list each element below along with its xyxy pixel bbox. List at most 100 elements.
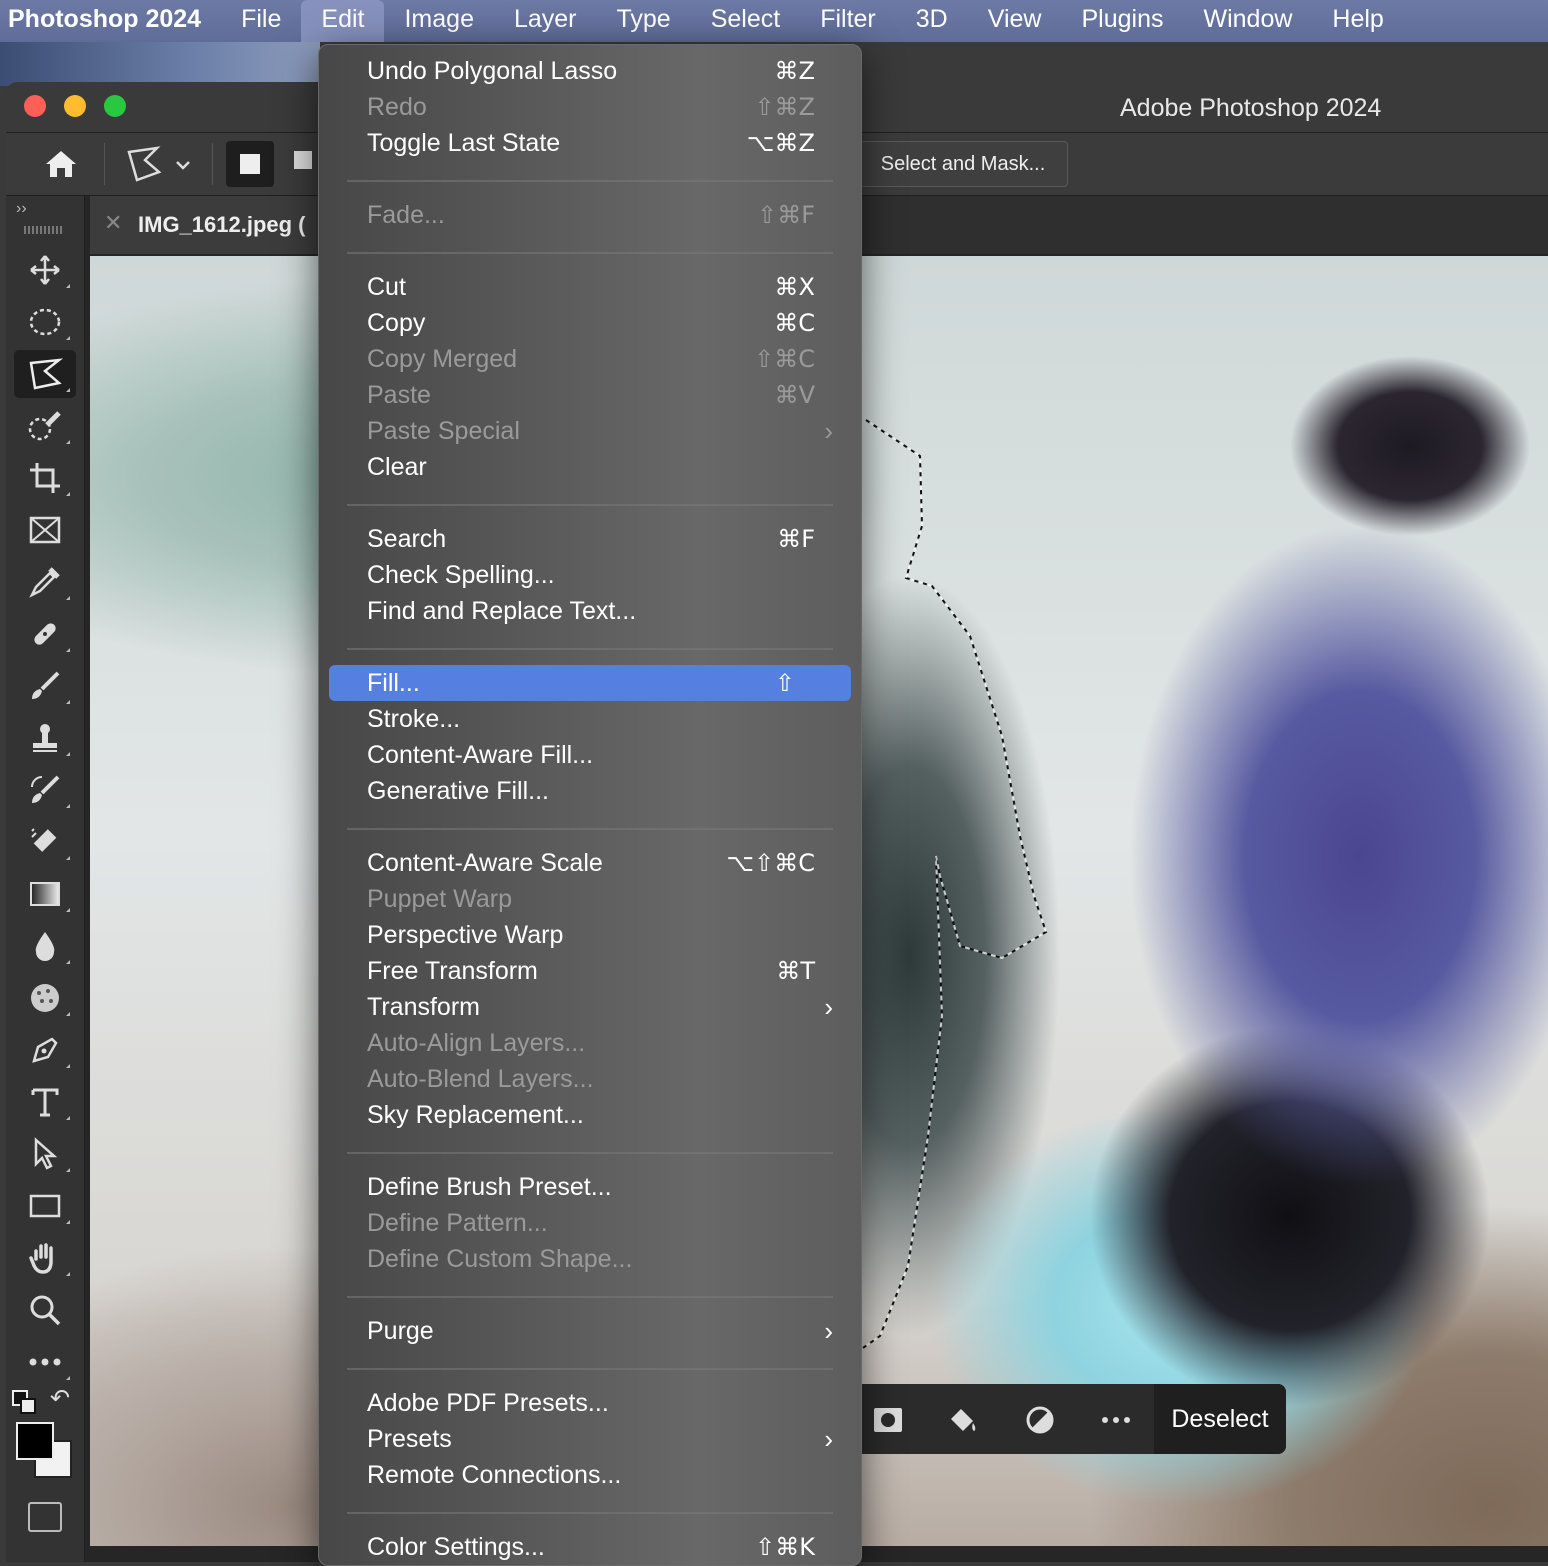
- home-icon[interactable]: [36, 141, 86, 187]
- menu-item-fill[interactable]: Fill... ⇧: [329, 665, 851, 701]
- add-to-selection-button[interactable]: [288, 141, 318, 187]
- menu-item-label: Paste: [367, 381, 431, 409]
- menu-item-cut[interactable]: Cut ⌘X: [329, 269, 851, 305]
- ellipse-marquee-icon: [29, 308, 61, 336]
- blur-tool[interactable]: [14, 922, 76, 970]
- zoom-window-button[interactable]: [104, 95, 126, 117]
- menubar-window[interactable]: Window: [1183, 0, 1312, 42]
- menu-item-copy[interactable]: Copy ⌘C: [329, 305, 851, 341]
- menu-item-paste-special: Paste Special ›: [329, 413, 851, 449]
- polygonal-lasso-icon: [29, 358, 63, 390]
- crop-tool[interactable]: [14, 454, 76, 502]
- close-tab-icon[interactable]: ✕: [104, 210, 122, 236]
- menu-item-define-brush[interactable]: Define Brush Preset...: [329, 1169, 851, 1205]
- rectangle-tool[interactable]: [14, 1182, 76, 1230]
- menu-separator: [347, 648, 833, 650]
- menubar-type[interactable]: Type: [597, 0, 691, 42]
- collapse-panel-icon[interactable]: ››: [16, 200, 27, 218]
- gradient-tool[interactable]: [14, 870, 76, 918]
- menu-item-pdf-presets[interactable]: Adobe PDF Presets...: [329, 1385, 851, 1421]
- menu-item-transform[interactable]: Transform ›: [329, 989, 851, 1025]
- sponge-tool[interactable]: [14, 974, 76, 1022]
- marquee-tool[interactable]: [14, 298, 76, 346]
- menu-item-perspective-warp[interactable]: Perspective Warp: [329, 917, 851, 953]
- history-brush-tool[interactable]: [14, 766, 76, 814]
- healing-brush-tool[interactable]: [14, 610, 76, 658]
- menu-item-remote-connections[interactable]: Remote Connections...: [329, 1457, 851, 1493]
- eraser-tool[interactable]: [14, 818, 76, 866]
- history-brush-icon: [31, 775, 60, 803]
- menubar-file[interactable]: File: [221, 0, 301, 42]
- new-selection-button[interactable]: [226, 141, 274, 187]
- type-tool[interactable]: [14, 1078, 76, 1126]
- menubar-app-name[interactable]: Photoshop 2024: [0, 0, 221, 42]
- menubar-view[interactable]: View: [968, 0, 1062, 42]
- move-tool[interactable]: [14, 246, 76, 294]
- brush-tool[interactable]: [14, 662, 76, 710]
- menu-item-label: Fade...: [367, 201, 445, 229]
- menubar-plugins[interactable]: Plugins: [1061, 0, 1183, 42]
- menu-item-check-spelling[interactable]: Check Spelling...: [329, 557, 851, 593]
- more-tools-button[interactable]: [14, 1338, 76, 1386]
- fill-selection-button[interactable]: [940, 1398, 984, 1442]
- menu-item-label: Copy: [367, 309, 426, 337]
- more-options-button[interactable]: [1094, 1398, 1138, 1442]
- menu-item-toggle-last-state[interactable]: Toggle Last State ⌥⌘Z: [329, 125, 851, 161]
- move-icon: [30, 255, 60, 285]
- eraser-icon: [31, 828, 57, 852]
- foreground-color-swatch[interactable]: [16, 1422, 54, 1460]
- menu-item-search[interactable]: Search ⌘F: [329, 521, 851, 557]
- menu-item-label: Generative Fill...: [367, 777, 550, 805]
- tool-preset-picker[interactable]: [118, 141, 198, 187]
- hand-icon: [29, 1243, 53, 1274]
- menu-item-find-replace[interactable]: Find and Replace Text...: [329, 593, 851, 629]
- submenu-arrow-icon: ›: [824, 416, 833, 446]
- close-window-button[interactable]: [24, 95, 46, 117]
- menubar-3d[interactable]: 3D: [896, 0, 968, 42]
- adjustment-layer-button[interactable]: [1018, 1398, 1062, 1442]
- hand-tool[interactable]: [14, 1234, 76, 1282]
- menu-item-undo[interactable]: Undo Polygonal Lasso ⌘Z: [329, 53, 851, 89]
- panel-grip[interactable]: [24, 226, 64, 234]
- frame-tool[interactable]: [14, 506, 76, 554]
- menubar-help[interactable]: Help: [1312, 0, 1403, 42]
- menubar-filter[interactable]: Filter: [800, 0, 896, 42]
- menu-item-shortcut: ⌘T: [776, 957, 815, 985]
- lasso-tool[interactable]: [14, 350, 76, 398]
- menu-item-content-aware-fill[interactable]: Content-Aware Fill...: [329, 737, 851, 773]
- menu-item-stroke[interactable]: Stroke...: [329, 701, 851, 737]
- quick-mask-icon[interactable]: [28, 1502, 62, 1532]
- menu-item-free-transform[interactable]: Free Transform ⌘T: [329, 953, 851, 989]
- menu-item-label: Clear: [367, 453, 427, 481]
- menubar-layer[interactable]: Layer: [494, 0, 597, 42]
- menubar-select[interactable]: Select: [691, 0, 800, 42]
- menu-item-presets[interactable]: Presets ›: [329, 1421, 851, 1457]
- document-tab[interactable]: ✕ IMG_1612.jpeg (: [90, 196, 330, 254]
- menu-item-label: Find and Replace Text...: [367, 597, 637, 625]
- eyedropper-tool[interactable]: [14, 558, 76, 606]
- default-colors-icon[interactable]: [12, 1390, 36, 1414]
- swap-colors-icon[interactable]: ↶: [50, 1384, 70, 1413]
- menu-item-generative-fill[interactable]: Generative Fill...: [329, 773, 851, 809]
- menu-item-label: Stroke...: [367, 705, 461, 733]
- type-icon: [31, 1088, 59, 1117]
- select-and-mask-button[interactable]: Select and Mask...: [858, 141, 1068, 187]
- menu-item-purge[interactable]: Purge ›: [329, 1313, 851, 1349]
- clone-stamp-tool[interactable]: [14, 714, 76, 762]
- path-selection-tool[interactable]: [14, 1130, 76, 1178]
- menu-item-sky-replacement[interactable]: Sky Replacement...: [329, 1097, 851, 1133]
- menu-item-color-settings[interactable]: Color Settings... ⇧⌘K: [329, 1529, 851, 1565]
- pen-tool[interactable]: [14, 1026, 76, 1074]
- paint-bucket-icon: [951, 1409, 976, 1431]
- menubar-image[interactable]: Image: [384, 0, 493, 42]
- quick-selection-tool[interactable]: [14, 402, 76, 450]
- zoom-tool[interactable]: [14, 1286, 76, 1334]
- contextual-task-bar: Deselect: [860, 1384, 1286, 1454]
- menu-item-content-aware-scale[interactable]: Content-Aware Scale ⌥⇧⌘C: [329, 845, 851, 881]
- menubar-edit[interactable]: Edit: [301, 0, 385, 42]
- menu-item-clear[interactable]: Clear: [329, 449, 851, 485]
- deselect-button[interactable]: Deselect: [1154, 1384, 1286, 1454]
- menu-item-label: Define Custom Shape...: [367, 1245, 633, 1273]
- minimize-window-button[interactable]: [64, 95, 86, 117]
- mask-button[interactable]: [866, 1398, 910, 1442]
